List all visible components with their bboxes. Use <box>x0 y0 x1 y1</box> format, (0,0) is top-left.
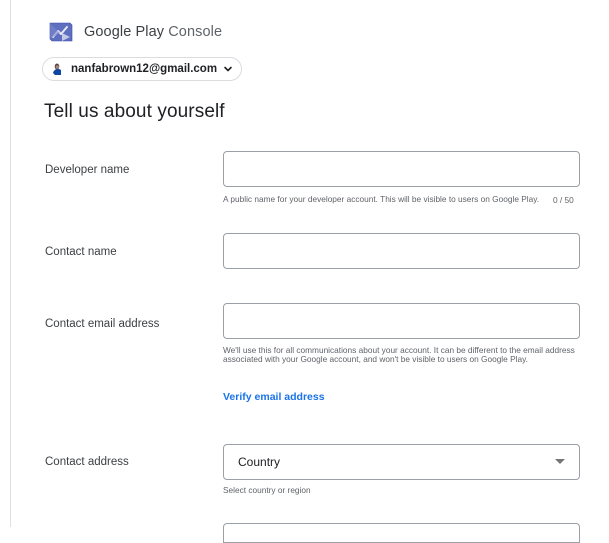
contact-name-input[interactable] <box>223 233 580 269</box>
country-select-value: Country <box>238 455 281 469</box>
country-select-helper: Select country or region <box>223 485 311 495</box>
account-switcher[interactable]: nanfabrown12@gmail.com <box>42 57 243 81</box>
developer-name-helper: A public name for your developer account… <box>223 194 540 204</box>
contact-email-helper: We'll use this for all communications ab… <box>223 345 575 365</box>
brand-name: Google Play <box>84 24 165 40</box>
page-title: Tell us about yourself <box>44 101 225 122</box>
contact-email-input[interactable] <box>223 303 580 339</box>
contact-email-label: Contact email address <box>45 318 160 330</box>
product-suffix: Console <box>168 24 223 40</box>
address-line-input[interactable] <box>223 523 580 543</box>
product-name: Google Play Console <box>84 24 222 40</box>
verify-email-link[interactable]: Verify email address <box>223 391 325 403</box>
country-select[interactable]: Country <box>223 444 580 480</box>
chevron-down-icon <box>224 66 232 72</box>
page-divider <box>10 0 11 527</box>
contact-address-label: Contact address <box>45 456 129 468</box>
caret-down-icon <box>555 459 565 464</box>
developer-name-counter: 0 / 50 <box>553 195 574 205</box>
app-header: Google Play Console <box>48 18 222 46</box>
developer-name-label: Developer name <box>45 164 130 176</box>
developer-name-input[interactable] <box>223 151 580 187</box>
contact-name-label: Contact name <box>45 246 117 258</box>
account-email: nanfabrown12@gmail.com <box>71 63 218 75</box>
avatar-icon <box>49 61 65 77</box>
play-console-logo-icon <box>49 22 73 42</box>
